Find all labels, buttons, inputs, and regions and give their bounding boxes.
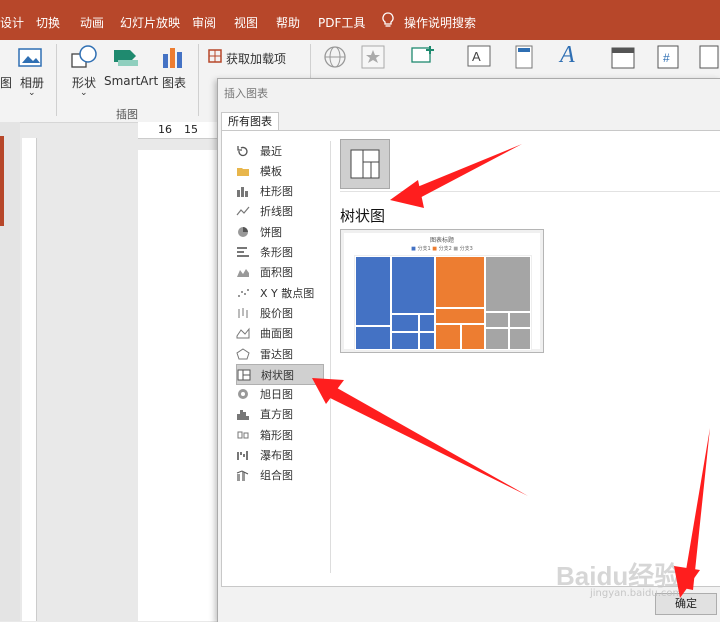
arrow-to-treemap-item: [312, 378, 528, 496]
arrow-to-heading: [390, 144, 522, 208]
annotation-arrows: [312, 144, 710, 598]
arrow-to-ok-button: [674, 428, 710, 598]
